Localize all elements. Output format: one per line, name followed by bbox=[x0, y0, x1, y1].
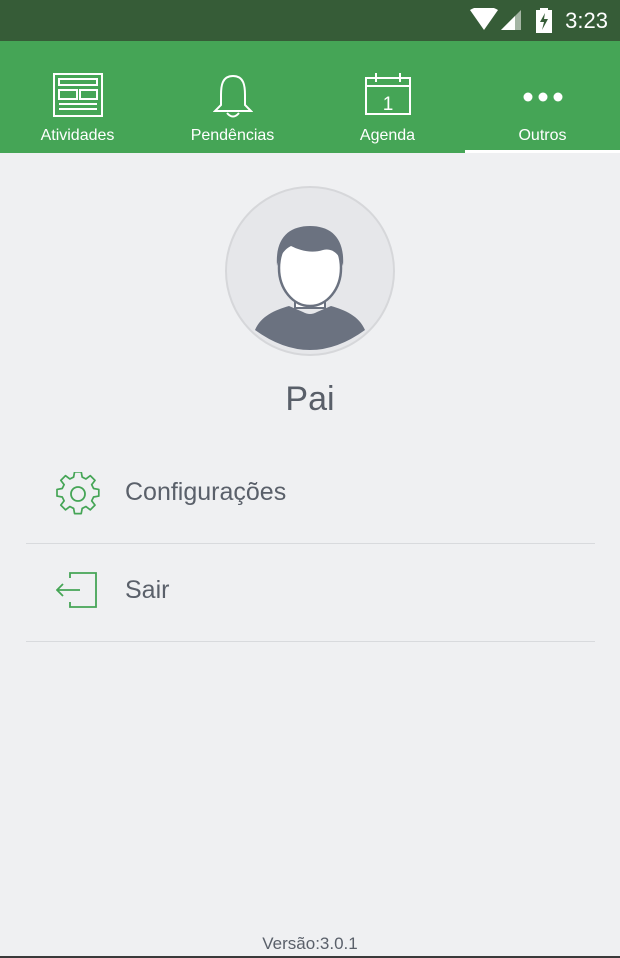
tab-label: Pendências bbox=[190, 127, 275, 144]
tab-agenda[interactable]: 1 Agenda bbox=[310, 41, 465, 153]
menu-item-configuracoes[interactable]: Configurações bbox=[26, 446, 595, 544]
tab-atividades[interactable]: Atividades bbox=[0, 41, 155, 153]
more-dots-icon bbox=[523, 92, 562, 102]
calendar-icon: 1 bbox=[364, 73, 411, 115]
tab-label: Outros bbox=[518, 127, 567, 144]
menu-label: Configurações bbox=[125, 478, 287, 506]
logout-icon bbox=[56, 572, 97, 608]
tab-outros[interactable]: Outros bbox=[465, 41, 620, 153]
top-tab-bar: Atividades Pendências 1 Agenda Outros bbox=[0, 41, 620, 153]
tab-label: Atividades bbox=[40, 127, 115, 144]
tab-pendencias[interactable]: Pendências bbox=[155, 41, 310, 153]
menu-label: Sair bbox=[125, 576, 170, 604]
user-avatar-icon[interactable] bbox=[225, 186, 395, 356]
tab-label: Agenda bbox=[359, 127, 416, 144]
gear-icon bbox=[56, 472, 100, 515]
signal-icon bbox=[501, 10, 521, 30]
app-version: Versão:3.0.1 bbox=[262, 934, 358, 953]
bell-icon bbox=[212, 74, 253, 118]
status-bar: 3:23 bbox=[0, 0, 620, 41]
battery-charging-icon bbox=[536, 8, 552, 33]
newspaper-icon bbox=[52, 73, 103, 117]
calendar-day: 1 bbox=[382, 94, 393, 115]
wifi-icon bbox=[470, 8, 498, 30]
clock-time: 3:23 bbox=[565, 8, 608, 33]
menu-item-sair[interactable]: Sair bbox=[26, 544, 595, 642]
user-name: Pai bbox=[285, 380, 335, 418]
